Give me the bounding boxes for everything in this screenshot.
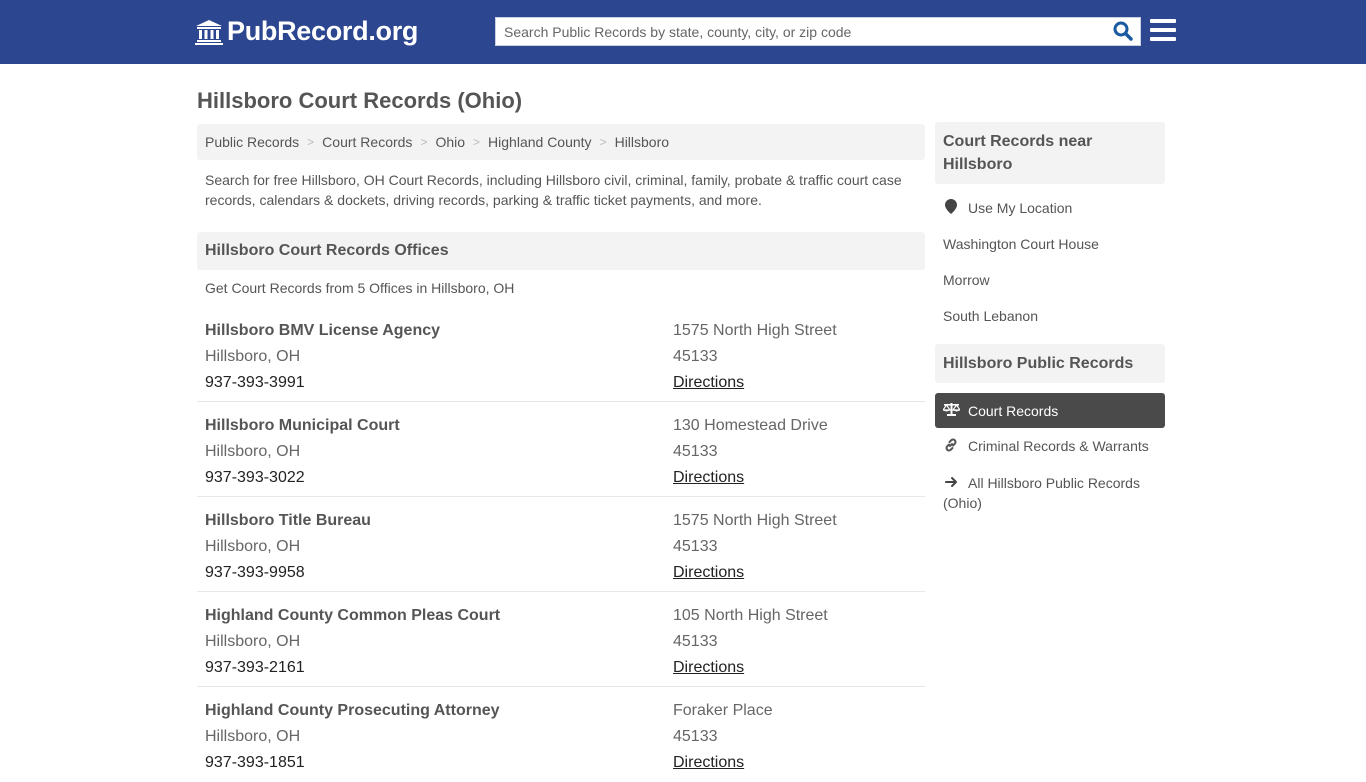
top-navbar: PubRecord.org bbox=[0, 0, 1366, 64]
office-city: Hillsboro, OH bbox=[205, 538, 301, 555]
breadcrumb-separator: > bbox=[599, 135, 607, 149]
office-item: Highland County Common Pleas Court Hills… bbox=[197, 592, 925, 687]
courthouse-icon bbox=[195, 19, 223, 45]
office-item: Hillsboro BMV License Agency Hillsboro, … bbox=[197, 307, 925, 402]
breadcrumb-ohio[interactable]: Ohio bbox=[435, 134, 465, 150]
arrow-right-icon bbox=[943, 473, 959, 493]
office-address: Foraker Place bbox=[673, 702, 773, 719]
site-logo[interactable]: PubRecord.org bbox=[195, 16, 418, 47]
menu-bar bbox=[1150, 28, 1176, 32]
use-my-location-link[interactable]: Use My Location bbox=[935, 190, 1165, 226]
offices-section-subtitle: Get Court Records from 5 Offices in Hill… bbox=[205, 280, 515, 296]
search-input[interactable] bbox=[496, 18, 1096, 45]
sidebar-item-all-public-records[interactable]: All Hillsboro Public Records (Ohio) bbox=[935, 464, 1165, 513]
breadcrumb-separator: > bbox=[307, 135, 315, 149]
office-city: Hillsboro, OH bbox=[205, 728, 301, 745]
office-city: Hillsboro, OH bbox=[205, 443, 301, 460]
search-button[interactable] bbox=[1112, 21, 1134, 43]
page-title: Hillsboro Court Records (Ohio) bbox=[197, 88, 523, 113]
main-content: Public Records > Court Records > Ohio > … bbox=[197, 124, 925, 782]
office-phone[interactable]: 937-393-3022 bbox=[205, 468, 400, 494]
breadcrumb-public-records[interactable]: Public Records bbox=[205, 134, 299, 150]
hamburger-menu-button[interactable] bbox=[1150, 19, 1176, 43]
sidebar-item-criminal-records[interactable]: Criminal Records & Warrants bbox=[935, 428, 1165, 464]
breadcrumb-separator: > bbox=[420, 135, 428, 149]
sidebar-item-label: Criminal Records & Warrants bbox=[968, 438, 1149, 454]
offices-section-title: Hillsboro Court Records Offices bbox=[197, 232, 925, 270]
office-phone[interactable]: 937-393-1851 bbox=[205, 753, 500, 779]
office-zip: 45133 bbox=[673, 443, 718, 460]
menu-bar bbox=[1150, 19, 1176, 23]
office-name[interactable]: Hillsboro BMV License Agency bbox=[205, 321, 440, 347]
office-item: Hillsboro Title Bureau Hillsboro, OH 937… bbox=[197, 497, 925, 592]
balance-scale-icon bbox=[941, 402, 962, 419]
logo-text: PubRecord.org bbox=[227, 16, 419, 46]
office-zip: 45133 bbox=[673, 538, 718, 555]
office-zip: 45133 bbox=[673, 728, 718, 745]
office-address: 1575 North High Street bbox=[673, 322, 837, 339]
use-my-location-label: Use My Location bbox=[968, 200, 1073, 216]
menu-bar bbox=[1150, 37, 1176, 41]
office-address: 130 Homestead Drive bbox=[673, 417, 828, 434]
sidebar-item-label: All Hillsboro Public Records (Ohio) bbox=[943, 475, 1140, 511]
office-phone[interactable]: 937-393-2161 bbox=[205, 658, 500, 684]
office-name[interactable]: Hillsboro Title Bureau bbox=[205, 511, 371, 537]
nearby-place-link[interactable]: Washington Court House bbox=[935, 226, 1165, 262]
directions-link[interactable]: Directions bbox=[673, 374, 744, 391]
office-city: Hillsboro, OH bbox=[205, 633, 301, 650]
office-zip: 45133 bbox=[673, 348, 718, 365]
breadcrumb-hillsboro[interactable]: Hillsboro bbox=[615, 134, 669, 150]
office-phone[interactable]: 937-393-9958 bbox=[205, 563, 371, 589]
breadcrumb-court-records[interactable]: Court Records bbox=[322, 134, 412, 150]
office-address: 105 North High Street bbox=[673, 607, 828, 624]
sidebar: Court Records near Hillsboro Use My Loca… bbox=[935, 122, 1165, 513]
link-icon bbox=[943, 438, 959, 455]
office-name[interactable]: Highland County Common Pleas Court bbox=[205, 606, 500, 632]
office-name[interactable]: Highland County Prosecuting Attorney bbox=[205, 701, 500, 727]
public-records-list: Court Records Criminal Records & Warrant… bbox=[935, 383, 1165, 513]
sidebar-item-court-records[interactable]: Court Records bbox=[935, 393, 1165, 428]
directions-link[interactable]: Directions bbox=[673, 659, 744, 676]
nearby-place-link[interactable]: South Lebanon bbox=[935, 298, 1165, 334]
search-bar bbox=[495, 17, 1141, 46]
directions-link[interactable]: Directions bbox=[673, 754, 744, 771]
directions-link[interactable]: Directions bbox=[673, 564, 744, 581]
office-zip: 45133 bbox=[673, 633, 718, 650]
office-phone[interactable]: 937-393-3991 bbox=[205, 373, 440, 399]
breadcrumb-highland-county[interactable]: Highland County bbox=[488, 134, 592, 150]
office-city: Hillsboro, OH bbox=[205, 348, 301, 365]
public-records-title: Hillsboro Public Records bbox=[935, 344, 1165, 383]
nearby-place-link[interactable]: Morrow bbox=[935, 262, 1165, 298]
directions-link[interactable]: Directions bbox=[673, 469, 744, 486]
map-marker-icon bbox=[943, 199, 959, 217]
nearby-list: Use My Location Washington Court House M… bbox=[935, 184, 1165, 334]
sidebar-item-label: Court Records bbox=[968, 402, 1059, 419]
office-list: Hillsboro BMV License Agency Hillsboro, … bbox=[197, 307, 925, 782]
breadcrumb: Public Records > Court Records > Ohio > … bbox=[197, 124, 925, 160]
intro-text: Search for free Hillsboro, OH Court Reco… bbox=[205, 172, 902, 208]
breadcrumb-separator: > bbox=[473, 135, 481, 149]
office-item: Hillsboro Municipal Court Hillsboro, OH … bbox=[197, 402, 925, 497]
office-address: 1575 North High Street bbox=[673, 512, 837, 529]
office-name[interactable]: Hillsboro Municipal Court bbox=[205, 416, 400, 442]
nearby-court-records-title: Court Records near Hillsboro bbox=[935, 122, 1165, 184]
search-icon bbox=[1113, 21, 1133, 41]
